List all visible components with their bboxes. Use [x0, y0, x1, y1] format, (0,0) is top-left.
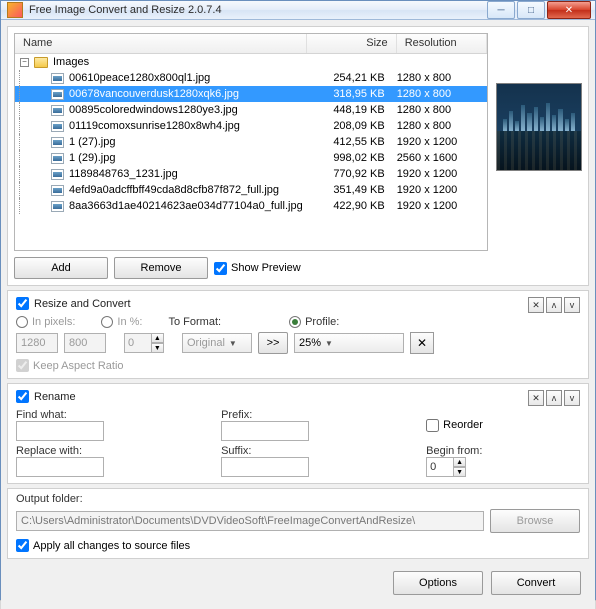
- profile-combo[interactable]: 25%▼: [294, 333, 404, 353]
- table-row[interactable]: 4efd9a0adcffbff49cda8d8cfb87f872_full.jp…: [15, 182, 487, 198]
- section-up-icon[interactable]: ʌ: [546, 390, 562, 406]
- preview-image: [496, 83, 582, 171]
- resize-title: Resize and Convert: [34, 298, 131, 310]
- apply-all-checkbox[interactable]: Apply all changes to source files: [8, 537, 588, 558]
- prefix-input[interactable]: [221, 421, 309, 441]
- resize-section: Resize and Convert ✕ ʌ v In pixels: In %…: [7, 290, 589, 379]
- file-panel: Name Size Resolution −Images00610peace12…: [7, 26, 589, 286]
- convert-button[interactable]: Convert: [491, 571, 581, 595]
- col-name[interactable]: Name: [15, 34, 307, 53]
- add-button[interactable]: Add: [14, 257, 108, 279]
- section-up-icon[interactable]: ʌ: [546, 297, 562, 313]
- replace-with-label: Replace with:: [16, 445, 201, 457]
- table-row[interactable]: 1189848763_1231.jpg770,92 KB1920 x 1200: [15, 166, 487, 182]
- rename-title: Rename: [34, 391, 76, 403]
- prefix-label: Prefix:: [221, 409, 406, 421]
- table-row[interactable]: 00895coloredwindows1280ye3.jpg448,19 KB1…: [15, 102, 487, 118]
- width-input[interactable]: 1280: [16, 333, 58, 353]
- in-percent-radio[interactable]: In %:: [101, 316, 142, 328]
- keep-aspect-checkbox[interactable]: Keep Aspect Ratio: [16, 359, 580, 372]
- tree-body[interactable]: −Images00610peace1280x800ql1.jpg254,21 K…: [15, 54, 487, 250]
- col-resolution[interactable]: Resolution: [397, 34, 487, 53]
- show-preview-checkbox[interactable]: Show Preview: [214, 262, 301, 275]
- maximize-button[interactable]: □: [517, 1, 545, 19]
- height-input[interactable]: 800: [64, 333, 106, 353]
- percent-spinner[interactable]: 0▲▼: [124, 333, 164, 353]
- in-pixels-radio[interactable]: In pixels:: [16, 316, 75, 328]
- arrow-button[interactable]: >>: [258, 332, 288, 354]
- section-collapse-icon[interactable]: ✕: [528, 297, 544, 313]
- rename-section: Rename ✕ ʌ v Find what: Prefix: Reorder …: [7, 383, 589, 484]
- table-row[interactable]: 1 (29).jpg998,02 KB2560 x 1600: [15, 150, 487, 166]
- minimize-button[interactable]: ─: [487, 1, 515, 19]
- remove-button[interactable]: Remove: [114, 257, 208, 279]
- output-panel: Output folder: C:\Users\Administrator\Do…: [7, 488, 589, 559]
- section-down-icon[interactable]: v: [564, 390, 580, 406]
- col-size[interactable]: Size: [307, 34, 397, 53]
- profile-radio[interactable]: Profile:: [289, 316, 339, 328]
- output-path-field[interactable]: C:\Users\Administrator\Documents\DVDVide…: [16, 511, 484, 531]
- replace-with-input[interactable]: [16, 457, 104, 477]
- browse-button[interactable]: Browse: [490, 509, 580, 533]
- client-area: Name Size Resolution −Images00610peace12…: [1, 20, 595, 609]
- suffix-input[interactable]: [221, 457, 309, 477]
- show-preview-check[interactable]: [214, 262, 227, 275]
- table-row[interactable]: 01119comoxsunrise1280x8wh4.jpg208,09 KB1…: [15, 118, 487, 134]
- options-button[interactable]: Options: [393, 571, 483, 595]
- to-format-label: To Format:: [169, 316, 222, 328]
- app-window: Free Image Convert and Resize 2.0.7.4 ─ …: [0, 0, 596, 600]
- resize-enable-checkbox[interactable]: [16, 297, 29, 310]
- reorder-checkbox[interactable]: Reorder: [426, 419, 580, 432]
- window-title: Free Image Convert and Resize 2.0.7.4: [29, 4, 487, 16]
- suffix-label: Suffix:: [221, 445, 406, 457]
- find-what-input[interactable]: [16, 421, 104, 441]
- find-what-label: Find what:: [16, 409, 201, 421]
- format-combo[interactable]: Original▼: [182, 333, 252, 353]
- app-icon: [7, 2, 23, 18]
- rename-enable-checkbox[interactable]: [16, 390, 29, 403]
- begin-from-spinner[interactable]: 0▲▼: [426, 457, 466, 477]
- table-row[interactable]: 00678vancouverdusk1280xqk6.jpg318,95 KB1…: [15, 86, 487, 102]
- output-label: Output folder:: [8, 489, 588, 505]
- tree-header: Name Size Resolution: [15, 34, 487, 54]
- table-row[interactable]: 1 (27).jpg412,55 KB1920 x 1200: [15, 134, 487, 150]
- table-row[interactable]: 00610peace1280x800ql1.jpg254,21 KB1280 x…: [15, 70, 487, 86]
- section-collapse-icon[interactable]: ✕: [528, 390, 544, 406]
- tree-root[interactable]: −Images: [15, 54, 487, 70]
- titlebar: Free Image Convert and Resize 2.0.7.4 ─ …: [1, 1, 595, 20]
- table-row[interactable]: 8aa3663d1ae40214623ae034d77104a0_full.jp…: [15, 198, 487, 214]
- section-down-icon[interactable]: v: [564, 297, 580, 313]
- close-button[interactable]: ✕: [547, 1, 591, 19]
- begin-from-label: Begin from:: [426, 445, 580, 457]
- delete-profile-button[interactable]: ✕: [410, 332, 434, 354]
- file-tree[interactable]: Name Size Resolution −Images00610peace12…: [14, 33, 488, 251]
- footer: Options Convert: [7, 563, 589, 603]
